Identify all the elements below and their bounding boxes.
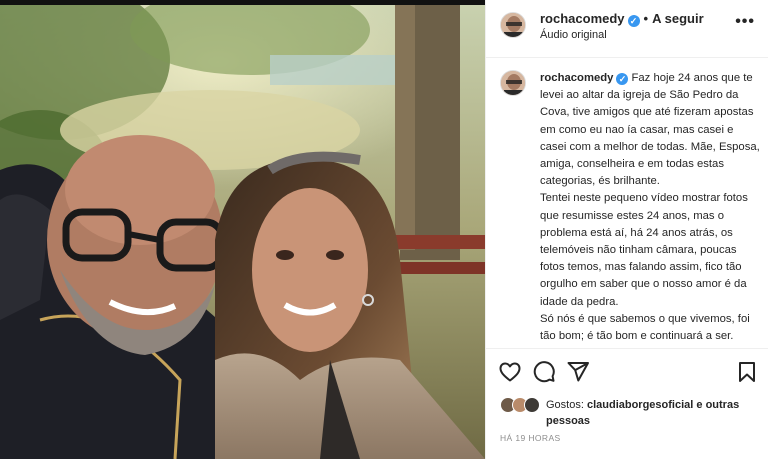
couple-selfie-image (0, 0, 485, 459)
caption-verified-badge-icon: ✓ (616, 73, 629, 85)
caption-username[interactable]: rochacomedy (540, 72, 613, 84)
media-top-edge (0, 0, 485, 5)
liker-avatar (524, 397, 540, 413)
likes-summary: Gostos: claudiaborgesoficial e outras pe… (500, 394, 760, 430)
author-line: rochacomedy ✓ • A seguir (540, 11, 704, 27)
comment-icon[interactable] (532, 360, 556, 384)
liker-avatars[interactable] (500, 397, 542, 413)
post-caption: rochacomedy ✓ Faz hoje 24 anos que te leve… (540, 70, 762, 345)
caption-author-avatar[interactable] (500, 70, 526, 96)
likes-text: Gostos: claudiaborgesoficial e outras pe… (546, 397, 766, 429)
post-timestamp[interactable]: HÁ 19 HORAS (500, 433, 561, 443)
author-avatar[interactable] (500, 12, 526, 38)
post-panel: rochacomedy ✓ • A seguir Áudio original •••… (485, 0, 768, 459)
liker-username[interactable]: claudiaborgesoficial (587, 399, 693, 411)
post-header: rochacomedy ✓ • A seguir Áudio original ••• (486, 0, 768, 58)
heart-icon[interactable] (498, 360, 522, 384)
following-button[interactable]: A seguir (652, 11, 704, 26)
caption-area: rochacomedy ✓ Faz hoje 24 anos que te leve… (486, 58, 768, 348)
share-icon[interactable] (566, 360, 590, 384)
original-audio-link[interactable]: Áudio original (540, 29, 607, 41)
verified-badge-icon: ✓ (627, 15, 640, 27)
action-bar (486, 348, 768, 394)
header-separator: • (643, 11, 649, 26)
likes-prefix: Gostos: (546, 399, 584, 411)
author-username[interactable]: rochacomedy (540, 11, 625, 26)
more-options-icon[interactable]: ••• (735, 14, 755, 30)
post-photo[interactable] (0, 0, 485, 459)
caption-text: Faz hoje 24 anos que te levei ao altar d… (540, 72, 760, 343)
bookmark-icon[interactable] (735, 360, 759, 384)
